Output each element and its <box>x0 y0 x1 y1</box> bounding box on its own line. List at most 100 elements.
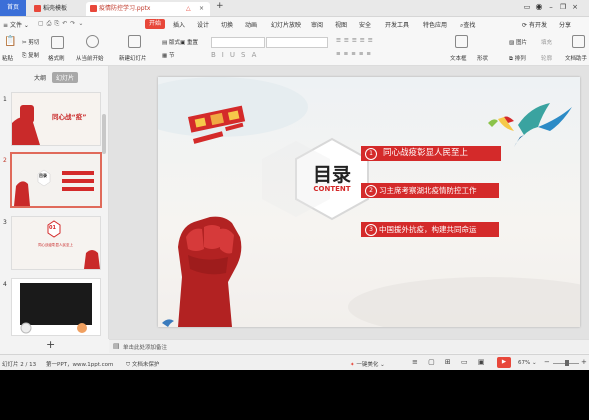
tab-document-label: 疫情防控学习.pptx <box>99 5 151 12</box>
template-icon <box>34 5 41 12</box>
copy-icon: ⎘ <box>22 53 27 59</box>
menu-view[interactable]: 视图 <box>335 20 347 29</box>
play-slideshow-button[interactable]: ▶ <box>497 357 511 368</box>
arrange-label: 排列 <box>514 56 526 62</box>
cloud-sync-label: 有开发 <box>528 22 547 29</box>
tablet-icon[interactable]: ▭ <box>521 3 533 11</box>
alignment-buttons[interactable]: ≡≡≡≡≡ <box>336 51 374 57</box>
zoom-in-icon[interactable]: + <box>581 358 587 366</box>
section-icon: ▦ <box>162 53 168 59</box>
avatar[interactable]: ◉ <box>533 2 545 11</box>
tab-document[interactable]: 疫情防控学习.pptx △ × <box>86 2 210 16</box>
layout-button[interactable]: ▤ 版式 <box>162 38 180 46</box>
cut-button[interactable]: ✂ 剪切 <box>22 38 39 46</box>
search-menu[interactable]: ⌕查找 <box>460 20 475 30</box>
outline-button[interactable]: 轮廓 <box>541 54 552 62</box>
zoom-dropdown[interactable]: 67% ⌄ <box>518 360 537 366</box>
doc-assistant-button[interactable]: 文档助手 <box>565 54 587 62</box>
format-painter-icon[interactable] <box>51 36 64 49</box>
share-button[interactable]: 分享 <box>559 20 571 29</box>
arrange-icon: ⧉ <box>509 56 513 62</box>
menu-slideshow[interactable]: 幻灯片放映 <box>271 20 301 29</box>
paste-button[interactable]: 粘贴 <box>2 54 13 62</box>
text-format-buttons[interactable]: BIUSA <box>211 51 262 59</box>
reset-label: 重置 <box>186 40 198 46</box>
notes-pane[interactable]: ▤ 单击此处添加备注 <box>109 339 589 353</box>
add-slide-icon[interactable]: + <box>46 338 55 351</box>
protect-status[interactable]: ⛉ 文档未保护 <box>126 360 159 369</box>
close-window-icon[interactable]: × <box>569 3 581 11</box>
cloud-sync-button[interactable]: ⟳ 有开发 <box>522 20 547 29</box>
menu-security[interactable]: 安全 <box>359 20 371 29</box>
reset-icon: ▣ <box>180 40 186 46</box>
toc-item-3[interactable]: 3 中国援外抗疫，构建共同命运 <box>361 222 499 237</box>
arrange-button[interactable]: ⧉ 排列 <box>509 54 526 63</box>
format-painter-button[interactable]: 格式刷 <box>48 54 65 62</box>
slide-thumbnail-3[interactable]: 01 同心战疫彰显人民至上 <box>11 216 101 270</box>
picture-button[interactable]: ▨ 图片 <box>509 38 527 46</box>
slide-count: 幻灯片 2 / 13 <box>2 362 37 368</box>
file-menu[interactable]: ≡ 文件 ⌄ <box>3 20 29 29</box>
zoom-out-icon[interactable]: − <box>544 358 550 366</box>
view-mode-buttons[interactable]: ≡ ▢ ⊞ ▭ ▣ <box>412 358 488 366</box>
shield-icon: ⛉ <box>126 362 131 368</box>
reset-button[interactable]: ▣ 重置 <box>180 38 198 46</box>
menu-developer[interactable]: 开发工具 <box>385 20 409 29</box>
play-icon[interactable] <box>86 35 99 48</box>
zoom-value: 67% <box>518 360 531 366</box>
ribbon: 📋 粘贴 ✂ 剪切 ⎘ 复制 格式刷 从当前开始 新建幻灯片 ▤ 版式 ▦ 节 … <box>0 32 589 66</box>
thumb-number: 3 <box>3 219 7 226</box>
tab-slides[interactable]: 幻灯片 <box>51 72 78 83</box>
new-slide-icon[interactable] <box>128 35 141 48</box>
zoom-slider-thumb[interactable] <box>565 360 569 366</box>
mulu-title: 目录 <box>312 164 351 186</box>
beautify-icon: ✦ <box>350 362 355 368</box>
menu-insert[interactable]: 插入 <box>173 20 185 29</box>
section-button[interactable]: ▦ 节 <box>162 51 174 59</box>
toc-number-2: 2 <box>365 185 377 197</box>
thumbnail-scrollbar[interactable] <box>102 114 106 154</box>
warning-icon: △ <box>186 5 191 12</box>
slide-thumbnail-4[interactable] <box>11 278 101 336</box>
tab-templates[interactable]: 稻壳模板 <box>30 2 82 16</box>
new-slide-button[interactable]: 新建幻灯片 <box>119 54 147 62</box>
maximize-icon[interactable]: ❐ <box>557 3 569 11</box>
paste-icon[interactable]: 📋 <box>4 36 16 47</box>
section-label: 节 <box>168 53 175 59</box>
tab-home[interactable]: 首页 <box>0 0 26 16</box>
textbox-button[interactable]: 文本框 <box>450 54 467 62</box>
toc-label-3: 中国援外抗疫，构建共同命运 <box>379 225 477 234</box>
tab-outline[interactable]: 大纲 <box>30 72 50 83</box>
menu-features[interactable]: 特色应用 <box>423 20 447 29</box>
menu-review[interactable]: 审阅 <box>311 20 323 29</box>
shape-button[interactable]: 形状 <box>477 54 488 62</box>
slide-thumbnail-2[interactable]: 目录 <box>10 152 102 208</box>
menu-animation[interactable]: 动画 <box>245 20 257 29</box>
theme-name: 第一PPT，www.1ppt.com <box>46 362 114 368</box>
slide-thumbnail-panel: 大纲 幻灯片 1 同心战“疫” 2 目录 3 01 同心战疫彰显人民至上 4 + <box>0 66 109 351</box>
menu-design[interactable]: 设计 <box>197 20 209 29</box>
fill-button[interactable]: 填充 <box>541 38 552 46</box>
wps-window: 首页 稻壳模板 疫情防控学习.pptx △ × + ▭ ◉ – ❐ × ≡ 文件 ⌄ ▢… <box>0 0 589 370</box>
close-tab-icon[interactable]: × <box>199 2 204 16</box>
copy-button[interactable]: ⎘ 复制 <box>22 51 39 60</box>
new-tab-icon[interactable]: + <box>216 1 224 11</box>
notes-icon: ▤ <box>113 342 120 350</box>
from-current-button[interactable]: 从当前开始 <box>76 54 104 62</box>
minimize-icon[interactable]: – <box>545 3 557 11</box>
textbox-icon[interactable] <box>455 35 468 48</box>
toc-item-1[interactable]: 1 同心战疫彰显人民至上 <box>361 146 501 161</box>
font-size-select[interactable] <box>266 37 328 48</box>
menu-transition[interactable]: 切换 <box>221 20 233 29</box>
paragraph-buttons[interactable]: ☰☰☰☰☰ <box>336 38 376 44</box>
doc-assistant-icon[interactable] <box>572 35 585 48</box>
beautify-label: 一键美化 <box>356 362 379 368</box>
beautify-button[interactable]: ✦ 一键美化 ⌄ <box>350 360 385 368</box>
toc-label-1: 同心战疫彰显人民至上 <box>383 148 469 158</box>
toc-item-2[interactable]: 2 习主席考察湖北疫情防控工作 <box>361 183 499 198</box>
quick-toolbar: ▢⎙⎘↶↷⌄ <box>38 20 87 27</box>
menu-home[interactable]: 开始 <box>145 19 166 29</box>
font-name-select[interactable] <box>211 37 265 48</box>
current-slide[interactable]: 目录 CONTENT <box>158 77 580 327</box>
slide-thumbnail-1[interactable]: 同心战“疫” <box>11 92 101 146</box>
